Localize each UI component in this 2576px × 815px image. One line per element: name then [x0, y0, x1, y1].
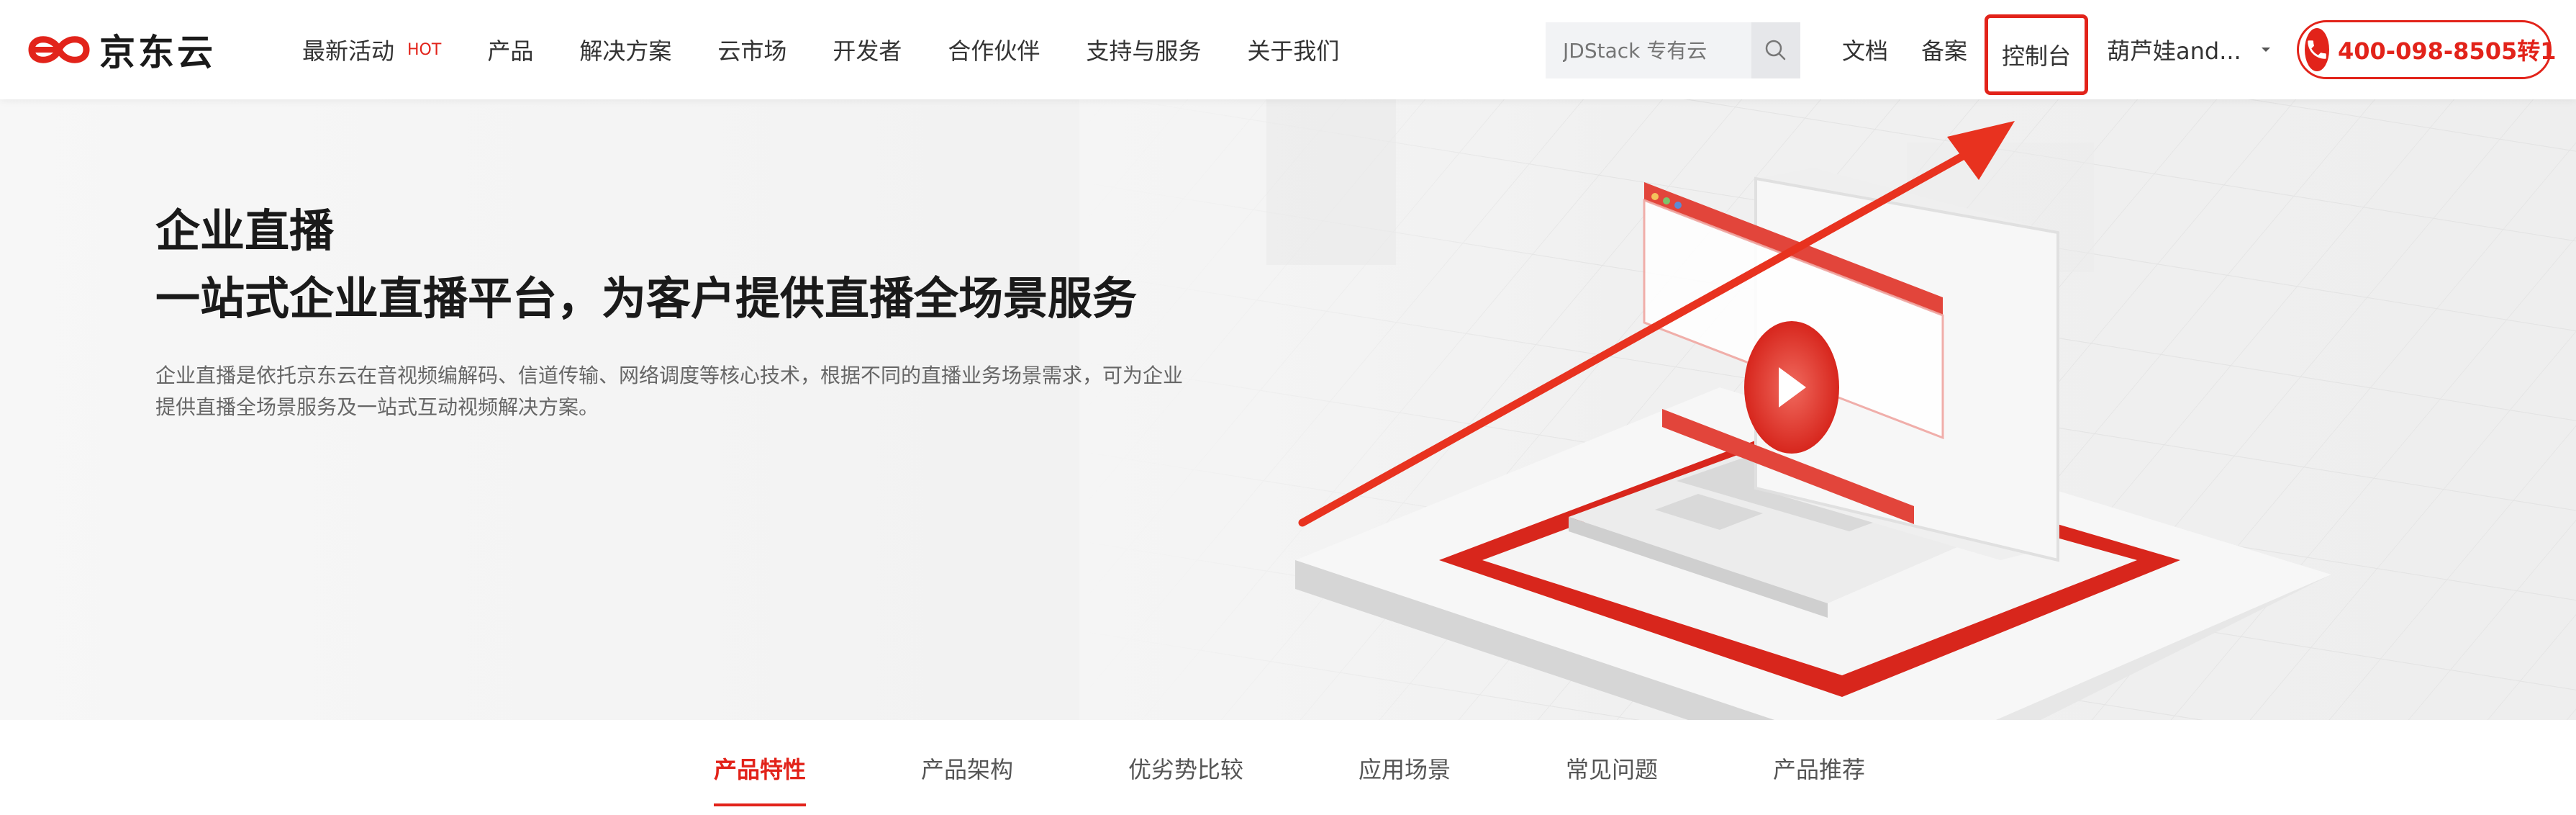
- nav-item-partners[interactable]: 合作伙伴: [948, 33, 1040, 66]
- subnav-tab-scenarios[interactable]: 应用场景: [1359, 752, 1451, 785]
- nav-item-about[interactable]: 关于我们: [1247, 33, 1339, 66]
- nav-item-label: 合作伙伴: [948, 37, 1040, 65]
- user-name: 葫芦娃and...: [2107, 37, 2241, 65]
- subnav-tab-features[interactable]: 产品特性: [714, 752, 806, 785]
- search-box: [1546, 22, 1800, 79]
- console-label: 控制台: [2001, 42, 2071, 70]
- search-button[interactable]: [1751, 22, 1800, 78]
- nav-item-marketplace[interactable]: 云市场: [717, 33, 786, 66]
- subnav-tab-recommendations[interactable]: 产品推荐: [1773, 752, 1865, 785]
- hero-subtitle: 一站式企业直播平台，为客户提供直播全场景服务: [155, 272, 1138, 325]
- nav-item-label: 最新活动: [302, 37, 395, 65]
- phone-icon-wrap: [2305, 28, 2329, 71]
- top-header: 京东云 最新活动 HOT 产品 解决方案 云市场 开发者 合作伙伴 支持与服务 …: [0, 0, 2576, 99]
- user-menu[interactable]: 葫芦娃and...: [2107, 0, 2275, 99]
- caret-down-icon: [2261, 48, 2270, 52]
- jd-cloud-logo[interactable]: 京东云: [26, 27, 216, 73]
- nav-item-label: 产品: [487, 37, 534, 65]
- hero-description: 企业直播是依托京东云在音视频编解码、信道传输、网络调度等核心技术，根据不同的直播…: [155, 364, 1184, 419]
- nav-item-developers[interactable]: 开发者: [833, 33, 902, 66]
- nav-item-label: 云市场: [717, 37, 787, 65]
- nav-item-support[interactable]: 支持与服务: [1086, 33, 1201, 66]
- nav-item-label: 关于我们: [1247, 37, 1340, 65]
- subnav-tab-faq[interactable]: 常见问题: [1566, 752, 1658, 785]
- docs-link[interactable]: 文档: [1842, 0, 1888, 99]
- main-nav: 最新活动 HOT 产品 解决方案 云市场 开发者 合作伙伴 支持与服务 关于我们: [302, 0, 1385, 99]
- product-subnav: 产品特性 产品架构 优劣势比较 应用场景 常见问题 产品推荐: [0, 720, 2576, 815]
- hero-banner: 企业直播 一站式企业直播平台，为客户提供直播全场景服务 企业直播是依托京东云在音…: [0, 99, 2576, 720]
- hot-badge: HOT: [407, 40, 442, 59]
- hotline-button[interactable]: 400-098-8505转1: [2297, 20, 2557, 79]
- nav-item-products[interactable]: 产品: [487, 33, 533, 66]
- beian-link[interactable]: 备案: [1921, 0, 1967, 99]
- hero-title: 企业直播: [155, 204, 335, 257]
- nav-item-latest-events[interactable]: 最新活动 HOT: [302, 33, 441, 66]
- console-button[interactable]: 控制台: [1985, 14, 2088, 95]
- beian-label: 备案: [1921, 37, 1968, 65]
- search-icon: [1765, 40, 1786, 60]
- nav-item-solutions[interactable]: 解决方案: [579, 33, 671, 66]
- logo-text: 京东云: [99, 32, 216, 73]
- nav-item-label: 支持与服务: [1086, 37, 1202, 65]
- active-tab-underline: [714, 803, 806, 806]
- subnav-tab-architecture[interactable]: 产品架构: [921, 752, 1013, 785]
- subnav-tab-comparison[interactable]: 优劣势比较: [1128, 752, 1243, 785]
- nav-item-label: 开发者: [833, 37, 902, 65]
- hotline-number: 400-098-8505转1: [2338, 37, 2557, 65]
- docs-label: 文档: [1842, 37, 1889, 65]
- search-input[interactable]: [1546, 22, 1751, 79]
- phone-icon: [2308, 40, 2326, 59]
- nav-item-label: 解决方案: [579, 37, 672, 65]
- jd-cloud-logo-icon: [28, 36, 90, 63]
